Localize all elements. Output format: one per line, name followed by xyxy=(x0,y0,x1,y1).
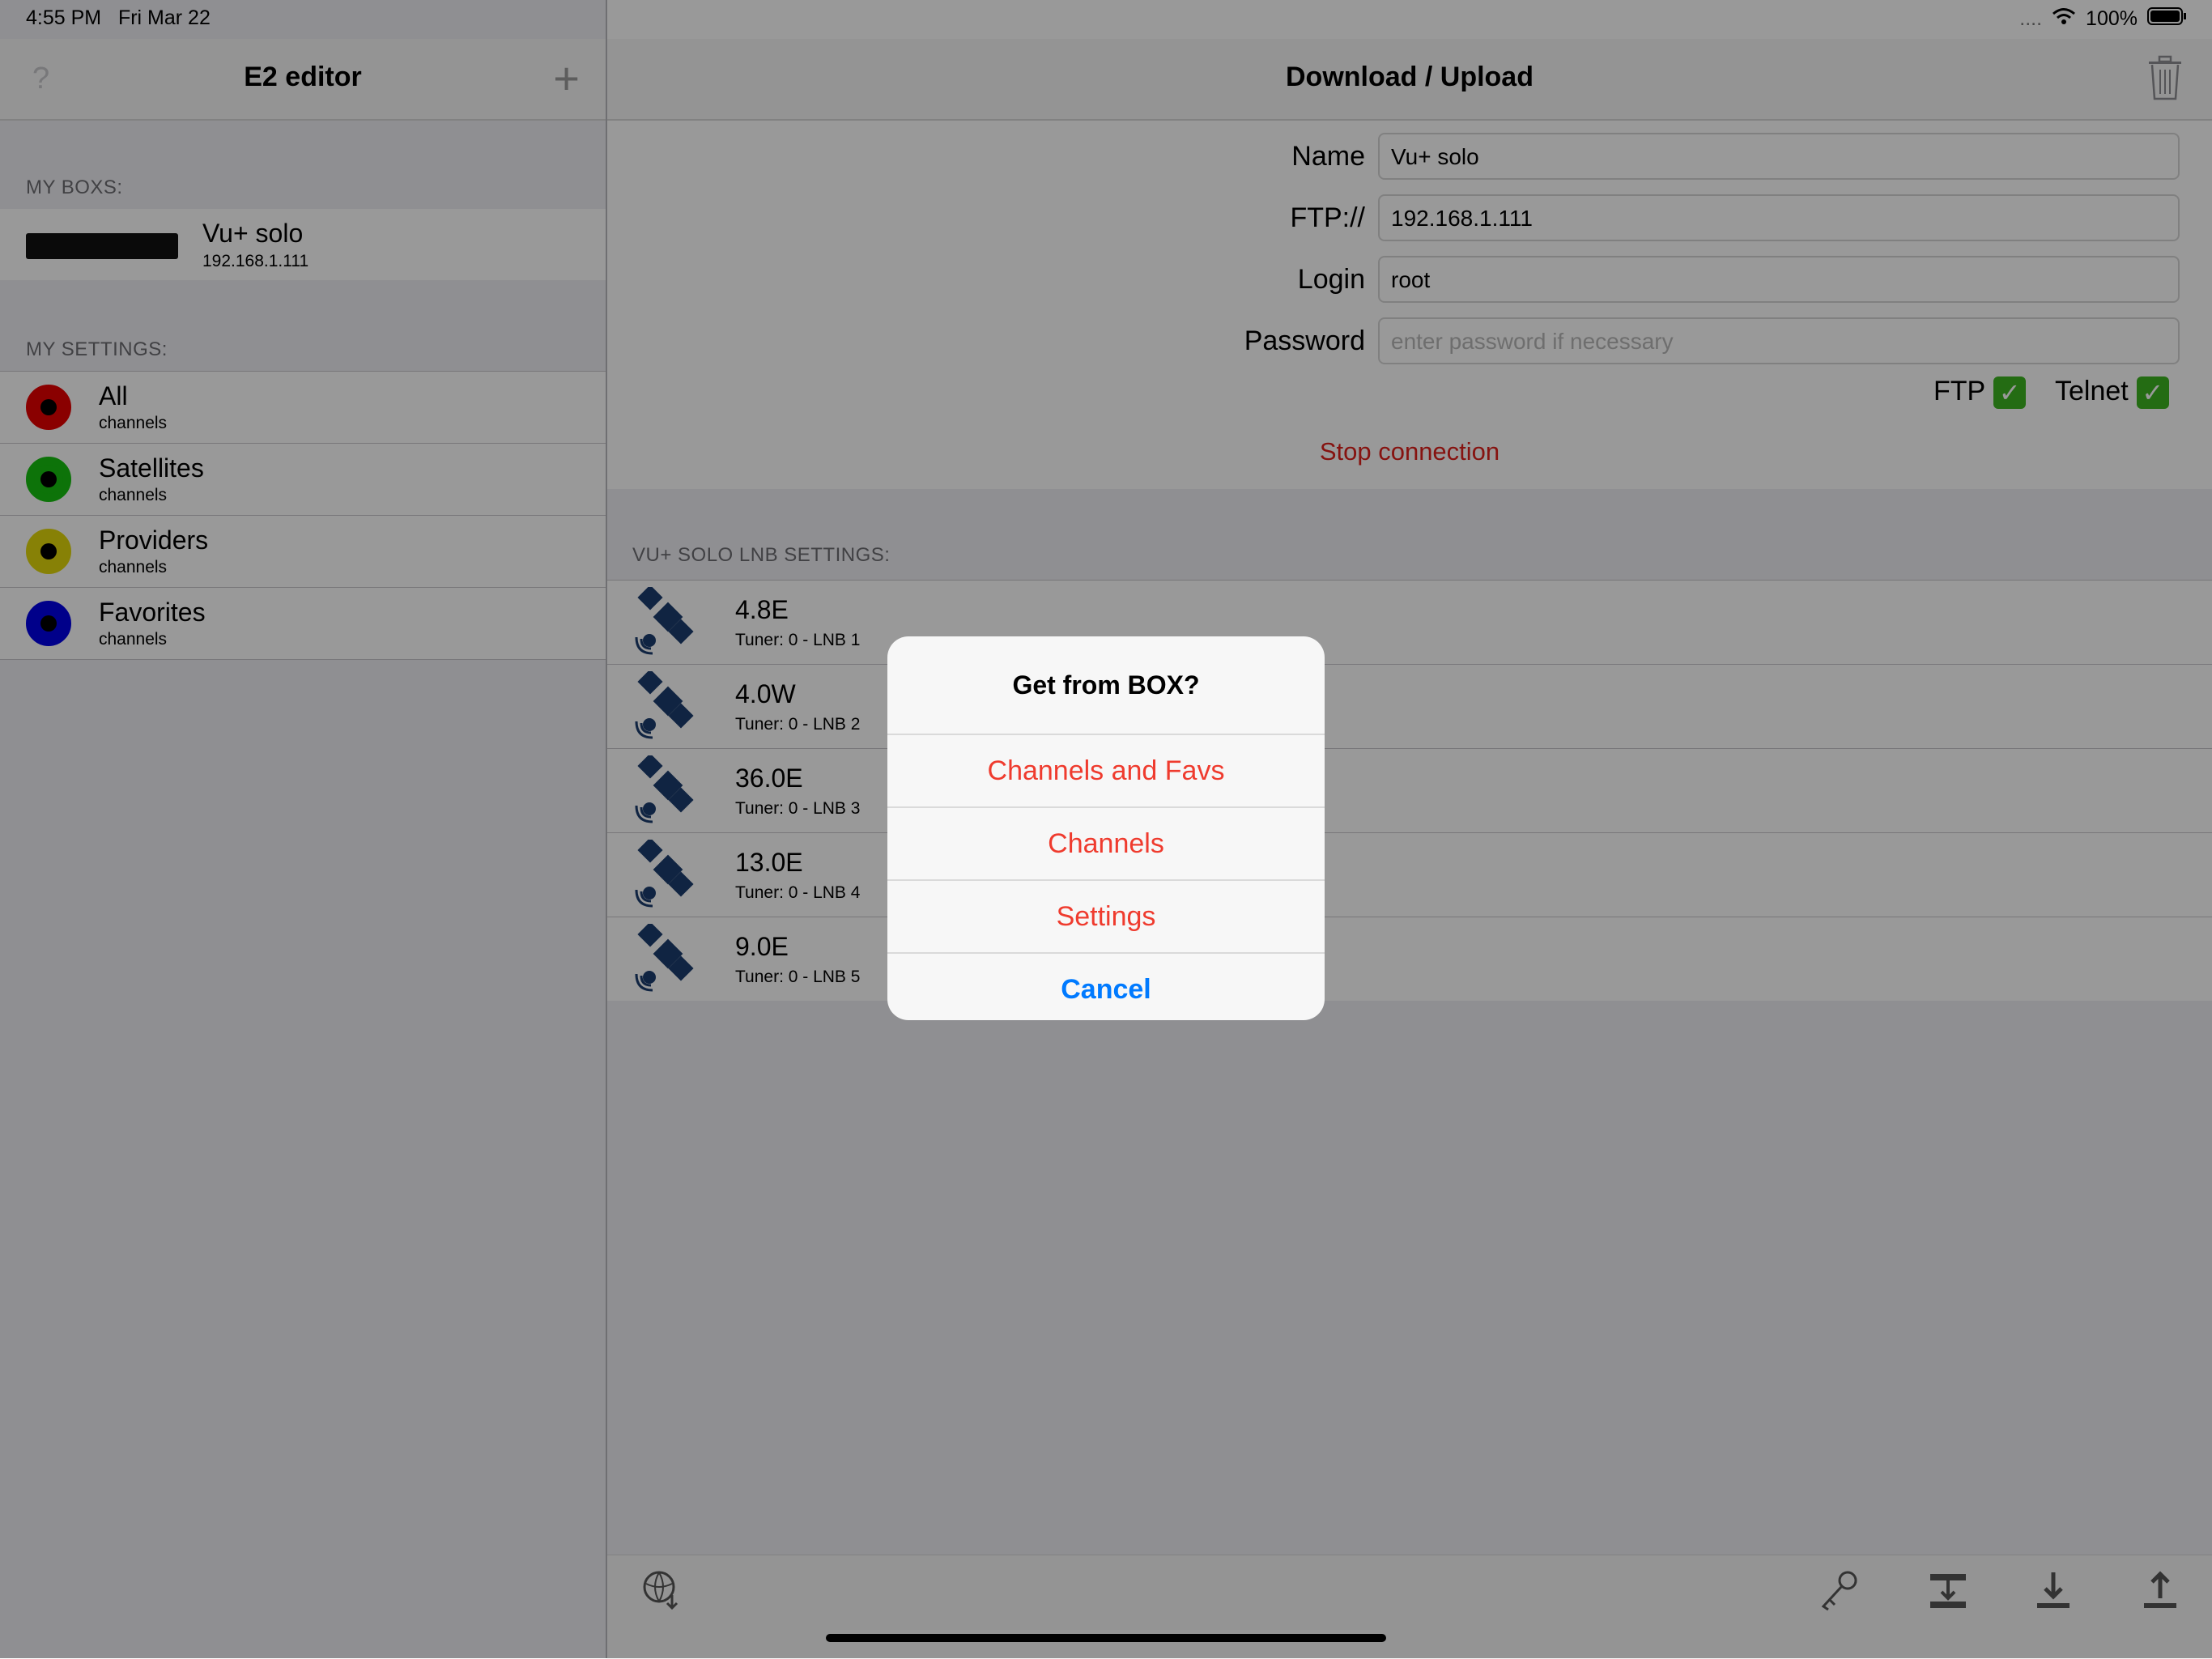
get-from-box-alert: Get from BOX? Channels and Favs Channels… xyxy=(887,636,1325,1020)
home-indicator[interactable] xyxy=(826,1634,1386,1642)
channels-and-favs-button[interactable]: Channels and Favs xyxy=(887,735,1325,808)
channels-button[interactable]: Channels xyxy=(887,808,1325,881)
settings-button[interactable]: Settings xyxy=(887,881,1325,954)
alert-title: Get from BOX? xyxy=(887,636,1325,735)
cancel-button[interactable]: Cancel xyxy=(887,954,1325,1020)
